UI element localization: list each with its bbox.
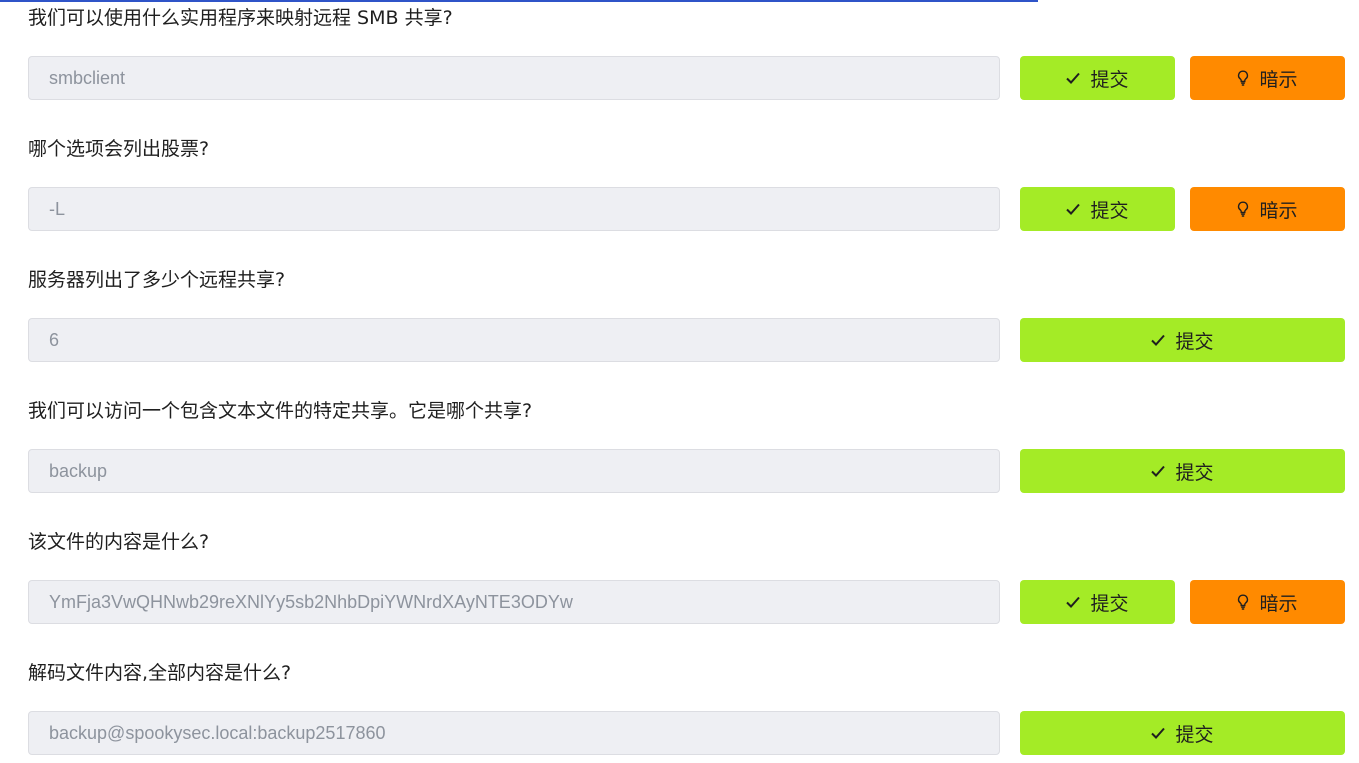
hint-label: 暗示 <box>1259 592 1298 615</box>
submit-button[interactable]: 提交 <box>1020 711 1345 755</box>
lightbulb-icon <box>1238 594 1249 610</box>
hint-button[interactable]: 暗示 <box>1190 580 1345 624</box>
submit-label: 提交 <box>1175 330 1214 353</box>
submit-label: 提交 <box>1090 199 1129 222</box>
submit-button[interactable]: 提交 <box>1020 318 1345 362</box>
lightbulb-icon <box>1238 70 1249 86</box>
question-text: 解码文件内容,全部内容是什么? <box>28 662 292 684</box>
check-icon <box>1151 465 1166 477</box>
question-text: 哪个选项会列出股票? <box>28 138 210 160</box>
answer-field[interactable]: smbclient <box>28 56 1000 100</box>
answer-field[interactable]: backup@spookysec.local:backup2517860 <box>28 711 1000 755</box>
top-accent-line <box>0 0 1038 2</box>
question-text: 我们可以访问一个包含文本文件的特定共享。它是哪个共享? <box>28 400 533 422</box>
check-icon <box>1151 727 1166 739</box>
submit-label: 提交 <box>1090 68 1129 91</box>
submit-label: 提交 <box>1090 592 1129 615</box>
answer-field[interactable]: YmFja3VwQHNwb29reXNlYy5sb2NhbDpiYWNrdXAy… <box>28 580 1000 624</box>
hint-button[interactable]: 暗示 <box>1190 56 1345 100</box>
question-text: 该文件的内容是什么? <box>28 531 210 553</box>
check-icon <box>1066 203 1081 215</box>
hint-label: 暗示 <box>1259 68 1298 91</box>
submit-button[interactable]: 提交 <box>1020 187 1175 231</box>
submit-label: 提交 <box>1175 723 1214 746</box>
hint-button[interactable]: 暗示 <box>1190 187 1345 231</box>
question-text: 服务器列出了多少个远程共享? <box>28 269 286 291</box>
hint-label: 暗示 <box>1259 199 1298 222</box>
submit-button[interactable]: 提交 <box>1020 56 1175 100</box>
submit-label: 提交 <box>1175 461 1214 484</box>
answer-field[interactable]: -L <box>28 187 1000 231</box>
lightbulb-icon <box>1238 201 1249 217</box>
answer-field[interactable]: 6 <box>28 318 1000 362</box>
answer-field[interactable]: backup <box>28 449 1000 493</box>
check-icon <box>1066 72 1081 84</box>
submit-button[interactable]: 提交 <box>1020 449 1345 493</box>
check-icon <box>1066 596 1081 608</box>
question-text: 我们可以使用什么实用程序来映射远程 SMB 共享? <box>28 7 453 29</box>
submit-button[interactable]: 提交 <box>1020 580 1175 624</box>
check-icon <box>1151 334 1166 346</box>
